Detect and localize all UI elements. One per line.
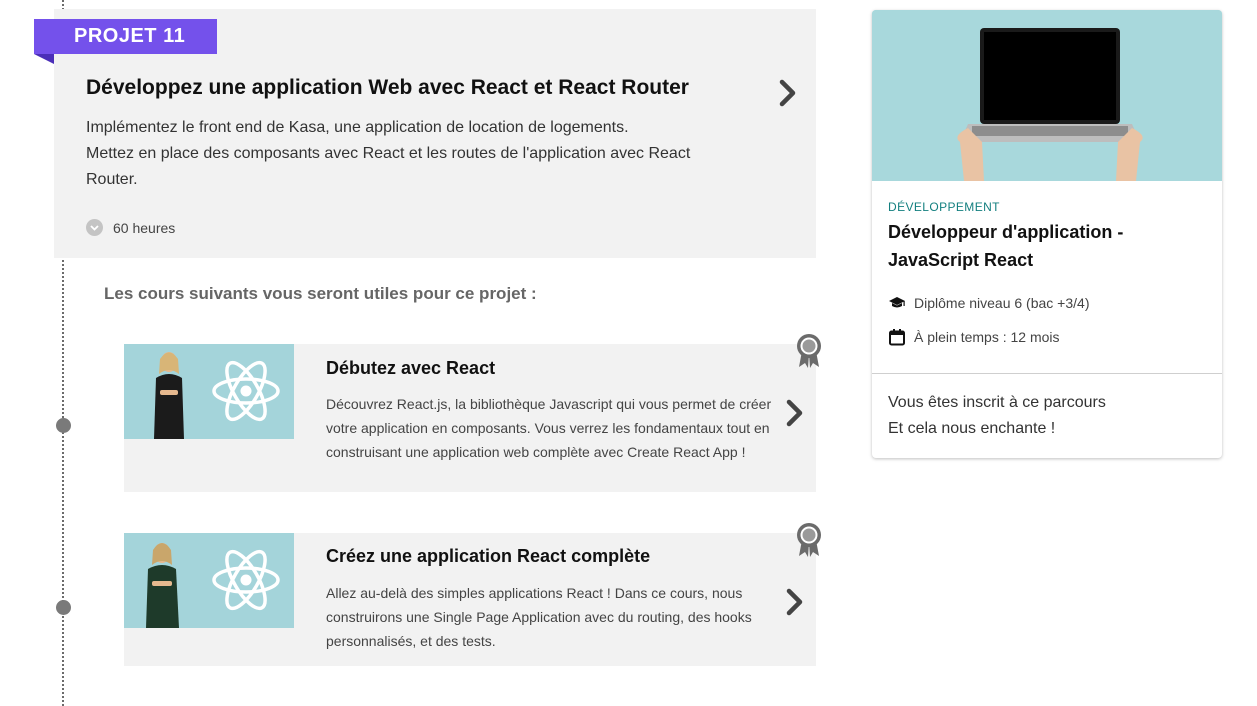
course-title[interactable]: Créez une application React complète (326, 546, 650, 567)
useful-courses-heading: Les cours suivants vous seront utiles po… (104, 284, 537, 303)
path-card-image (872, 10, 1222, 181)
course-title[interactable]: Débutez avec React (326, 358, 495, 379)
project-description-line: Implémentez le front end de Kasa, une ap… (86, 119, 629, 136)
award-ribbon-icon (797, 334, 821, 368)
course-thumbnail (124, 533, 294, 628)
path-diploma-text: Diplôme niveau 6 (bac +3/4) (914, 295, 1090, 311)
path-schedule-text: À plein temps : 12 mois (914, 329, 1060, 345)
divider (872, 373, 1222, 374)
project-duration: 60 heures (86, 219, 175, 236)
path-category: DÉVELOPPEMENT (888, 200, 1000, 214)
course-thumbnail-illustration (124, 344, 294, 439)
path-title[interactable]: Développeur d'application - JavaScript R… (888, 218, 1208, 274)
enrollment-status: Vous êtes inscrit à ce parcours Et cela … (888, 390, 1106, 442)
chevron-right-icon[interactable] (785, 588, 805, 616)
enrollment-status-line: Et cela nous enchante ! (888, 420, 1056, 437)
enrollment-status-line: Vous êtes inscrit à ce parcours (888, 394, 1106, 411)
project-duration-text: 60 heures (113, 219, 176, 236)
chevron-right-icon[interactable] (778, 79, 798, 107)
course-thumbnail-illustration (124, 533, 294, 628)
laptop-illustration (872, 10, 1222, 181)
path-schedule: À plein temps : 12 mois (888, 328, 1060, 346)
timeline-dot (56, 600, 71, 615)
path-diploma: Diplôme niveau 6 (bac +3/4) (888, 295, 1090, 311)
course-thumbnail (124, 344, 294, 439)
award-ribbon-icon (797, 523, 821, 557)
chevron-right-icon[interactable] (785, 399, 805, 427)
project-description-line: Mettez en place des composants avec Reac… (86, 145, 691, 162)
project-badge: PROJET 11 (34, 19, 217, 54)
project-description-line: Router. (86, 171, 138, 188)
calendar-icon (889, 329, 905, 346)
path-card[interactable]: DÉVELOPPEMENT Développeur d'application … (872, 10, 1222, 458)
badge-fold (34, 54, 54, 64)
course-card[interactable]: Débutez avec React Découvrez React.js, l… (124, 344, 816, 492)
timeline-dot (56, 418, 71, 433)
course-card[interactable]: Créez une application React complète All… (124, 533, 816, 666)
clock-icon (86, 219, 103, 236)
project-description: Implémentez le front end de Kasa, une ap… (86, 115, 786, 193)
graduation-cap-icon (889, 297, 905, 308)
course-description: Allez au-delà des simples applications R… (326, 585, 752, 649)
project-title[interactable]: Développez une application Web avec Reac… (86, 76, 689, 100)
course-description: Découvrez React.js, la bibliothèque Java… (326, 396, 772, 460)
